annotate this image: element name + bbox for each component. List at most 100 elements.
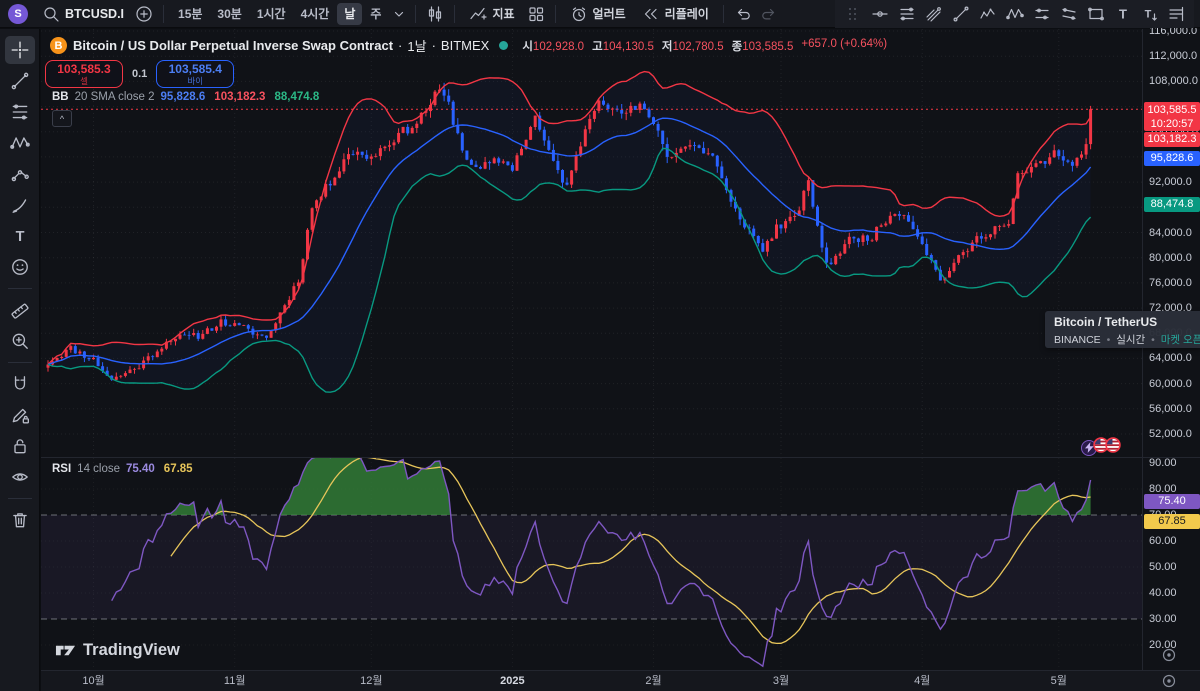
price-axis-label: 84,000.0 (1149, 226, 1192, 240)
bb-basis-badge[interactable]: 95,828.6 (1144, 151, 1200, 166)
time-axis-label: 4월 (914, 671, 930, 691)
user-avatar[interactable]: S (8, 4, 28, 24)
drawing-toolbar: T (0, 29, 40, 691)
price-axis-label: 76,000.0 (1149, 276, 1192, 290)
time-axis[interactable]: 10월11월12월20252월3월4월5월 (41, 670, 1200, 691)
text-tool[interactable]: T (1109, 2, 1136, 26)
bb-lower-badge[interactable]: 88,474.8 (1144, 197, 1200, 212)
price-axis-label: 64,000.0 (1149, 351, 1192, 365)
svg-text:T: T (1144, 8, 1151, 20)
us-flag-icon[interactable] (1105, 437, 1121, 458)
price-axis-label: 56,000.0 (1149, 402, 1192, 416)
price-axis[interactable]: 116,000.0112,000.0108,000.0104,000.0100,… (1142, 29, 1200, 457)
timeframe-button[interactable]: 1시간 (250, 3, 293, 25)
toolbar-divider (8, 288, 32, 289)
long-position-tool[interactable] (1163, 2, 1190, 26)
trade-panel: 103,585.3 셀 0.1 103,585.4 바이 (45, 60, 234, 88)
anchored-text-tool[interactable]: T (1136, 2, 1163, 26)
redo-button[interactable] (757, 2, 781, 26)
rsi-axis-label: 90.00 (1149, 456, 1177, 470)
timeframe-button[interactable]: 15분 (171, 3, 209, 25)
collapse-indicators-button[interactable]: ^ (52, 110, 72, 127)
toolbar-divider (8, 498, 32, 499)
symbol-title: Bitcoin / US Dollar Perpetual Inverse Sw… (73, 38, 393, 53)
emoji-tool[interactable] (5, 253, 35, 281)
brush-tool[interactable] (5, 191, 35, 219)
chart-region: 116,000.0112,000.0108,000.0104,000.0100,… (41, 29, 1200, 691)
interval-value[interactable]: 1날 (407, 36, 426, 55)
xabcd-pattern-tool[interactable] (5, 129, 35, 157)
alert-button[interactable]: 얼러트 (563, 2, 633, 26)
timeframe-button[interactable]: 날 (337, 3, 362, 25)
xabcd-pattern-tool[interactable] (1001, 2, 1028, 26)
market-status-dot[interactable] (499, 41, 508, 50)
rsi-axis[interactable]: 90.0080.0070.0060.0050.0040.0030.0020.00… (1142, 458, 1200, 670)
rsi-ma-value-badge[interactable]: 67.85 (1144, 514, 1200, 529)
parallel-lines-tool[interactable] (893, 2, 920, 26)
symbol-tooltip: Bitcoin / TetherUS BINANCE • 실시간 • 마켓 오픈 (1045, 311, 1200, 348)
zoom-in-tool[interactable] (5, 327, 35, 355)
pitchfork-tool[interactable] (920, 2, 947, 26)
symbol-name: BTCUSD.I (65, 7, 124, 21)
search-icon (42, 2, 60, 26)
symbol-header[interactable]: B Bitcoin / US Dollar Perpetual Inverse … (50, 36, 887, 55)
drag-handle[interactable] (839, 2, 866, 26)
replay-button[interactable]: 리플레이 (635, 2, 716, 26)
tooltip-subtitle: BINANCE • 실시간 • 마켓 오픈 (1054, 332, 1191, 347)
elliott-wave-tool[interactable] (974, 2, 1001, 26)
hide-all-tool[interactable] (5, 463, 35, 491)
time-axis-label: 10월 (82, 671, 104, 691)
price-axis-label: 80,000.0 (1149, 251, 1192, 265)
forecast-tool[interactable] (5, 160, 35, 188)
rectangle-tool[interactable] (1082, 2, 1109, 26)
pane-separator[interactable] (41, 457, 1200, 458)
lock-all-tool[interactable] (5, 432, 35, 460)
rsi-value: 75.40 (126, 463, 155, 475)
timeframe-button[interactable]: 주 (363, 3, 388, 25)
ruler-tool[interactable] (5, 296, 35, 324)
draw-lock-tool[interactable] (5, 401, 35, 429)
trend-line-tool[interactable] (947, 2, 974, 26)
tooltip-title: Bitcoin / TetherUS (1054, 315, 1191, 329)
disjoint-channel-tool[interactable] (1055, 2, 1082, 26)
tradingview-watermark[interactable]: TradingView (55, 640, 180, 661)
buy-button[interactable]: 103,585.4 바이 (156, 60, 234, 88)
chevron-down-icon[interactable] (390, 2, 408, 26)
indicator-templates-button[interactable] (524, 2, 548, 26)
rsi-value-badge[interactable]: 75.40 (1144, 494, 1200, 509)
timeframe-group: 15분30분1시간4시간날주 (171, 3, 388, 25)
fib-retracement-tool[interactable] (5, 98, 35, 126)
bb-upper-badge[interactable]: 103,182.3 (1144, 132, 1200, 147)
chart-style-button[interactable] (423, 2, 447, 26)
indicators-icon (469, 2, 487, 26)
bb-value: 88,474.8 (274, 91, 319, 103)
rsi-axis-label: 40.00 (1149, 586, 1177, 600)
text-tool[interactable]: T (5, 222, 35, 250)
rsi-legend[interactable]: RSI 14 close 75.4067.85 (52, 463, 193, 475)
svg-text:T: T (1119, 6, 1127, 21)
crosshair-tool[interactable] (5, 36, 35, 64)
sell-button[interactable]: 103,585.3 셀 (45, 60, 123, 88)
compare-add-button[interactable] (132, 2, 156, 26)
magnet-tool[interactable] (5, 370, 35, 398)
rsi-pane-settings-icon[interactable] (1159, 645, 1179, 665)
rsi-pane[interactable] (41, 458, 1142, 670)
timeframe-button[interactable]: 30분 (210, 3, 248, 25)
last-price-badge[interactable]: 103,585.510:20:57 (1144, 102, 1200, 131)
svg-text:T: T (15, 229, 24, 245)
flat-top-bottom-tool[interactable] (1028, 2, 1055, 26)
time-axis-settings-icon[interactable] (1159, 672, 1179, 690)
undo-button[interactable] (731, 2, 755, 26)
top-toolbar: S BTCUSD.I 15분30분1시간4시간날주 지표 얼러트 리플레이 (0, 0, 1200, 28)
toolbar-separator (454, 5, 455, 23)
bb-legend[interactable]: BB 20 SMA close 2 95,828.6103,182.388,47… (52, 91, 319, 103)
session-icons (1081, 437, 1121, 458)
symbol-search[interactable]: BTCUSD.I (36, 2, 130, 26)
indicators-button[interactable]: 지표 (462, 2, 521, 26)
trend-line-tool[interactable] (5, 67, 35, 95)
trash-tool[interactable] (5, 506, 35, 534)
time-axis-label: 2025 (500, 671, 524, 691)
timeframe-button[interactable]: 4시간 (294, 3, 337, 25)
cross-line-tool[interactable] (866, 2, 893, 26)
rsi-axis-label: 30.00 (1149, 612, 1177, 626)
